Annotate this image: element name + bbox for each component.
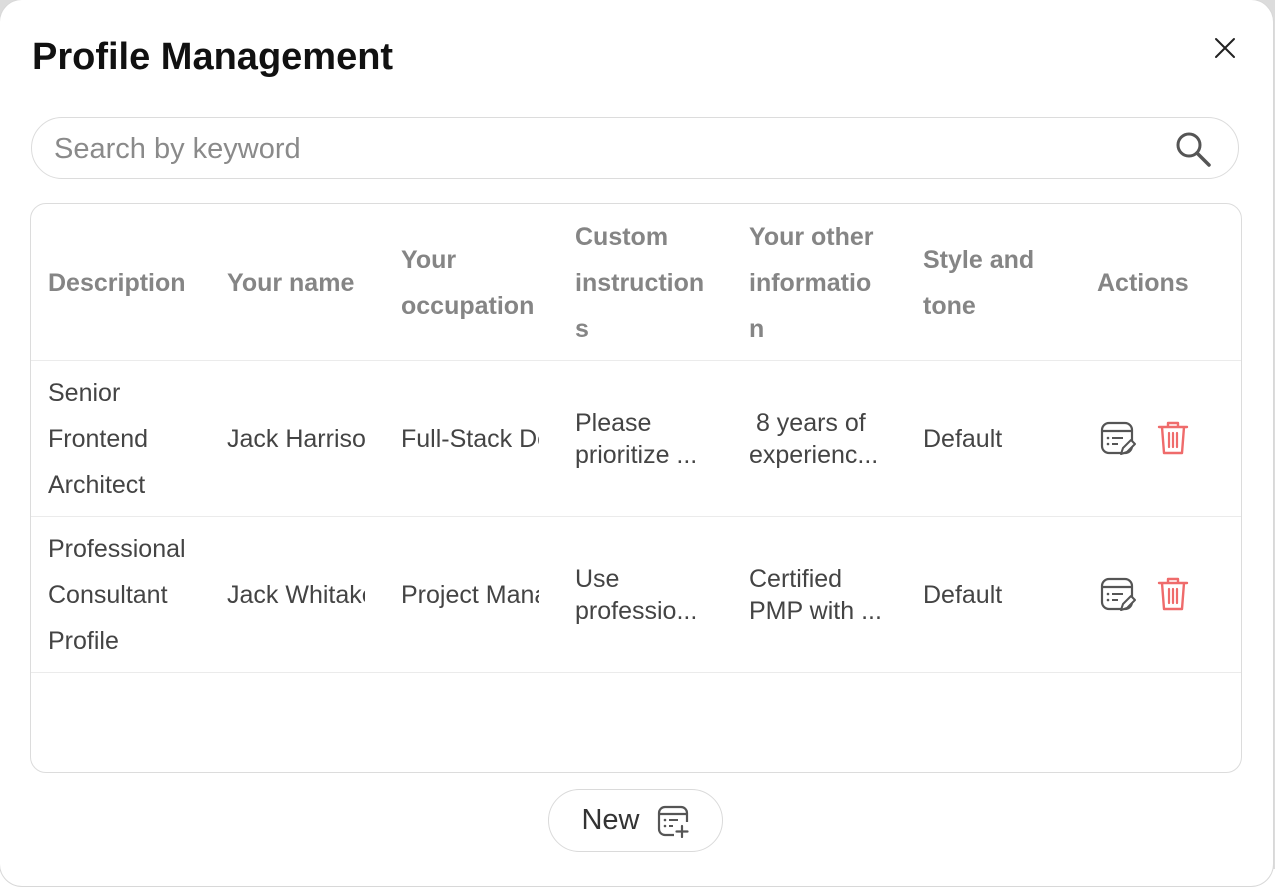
profiles-table: Description Your name Your occupation Cus…	[30, 203, 1242, 773]
header-occupation-line: Your	[401, 245, 457, 274]
cell-text-line: prioritize ...	[575, 441, 698, 469]
cell-description: Professional Consultant Profile	[48, 517, 218, 673]
header-style-line: tone	[923, 291, 976, 320]
cell-text-line: Frontend	[48, 425, 149, 453]
cell-style-tone: Default	[923, 425, 1003, 453]
search-box	[31, 117, 1239, 180]
header-other-line: n	[749, 314, 765, 343]
header-style-line: Style and	[923, 245, 1035, 274]
cell-occupation: Project Manager	[401, 581, 539, 609]
header-other-line: Your other	[749, 222, 874, 251]
close-icon	[1215, 38, 1235, 58]
cell-text-line: Profile	[48, 627, 119, 655]
cell-name: Jack Harrison	[227, 425, 365, 453]
trash-icon[interactable]	[1156, 576, 1190, 612]
cell-other-information: Certified PMP with ...	[749, 517, 909, 673]
header-occupation: Your occupation	[401, 204, 534, 361]
cell-text-line: 8 years of	[749, 409, 866, 437]
cell-name: Jack Whitaker	[227, 581, 365, 609]
cell-text-line: Use	[575, 565, 620, 593]
cell-other-information: 8 years of experienc...	[749, 361, 909, 517]
header-description: Description	[48, 268, 186, 297]
cell-text-line: experienc...	[749, 441, 879, 469]
header-custom-line: s	[575, 314, 589, 343]
trash-icon[interactable]	[1156, 420, 1190, 456]
cell-text-line: Consultant	[48, 581, 168, 609]
header-other-line: informatio	[749, 268, 872, 297]
new-button-label: New	[581, 804, 640, 836]
search-input[interactable]	[52, 118, 1156, 180]
header-actions: Actions	[1097, 268, 1189, 297]
header-your-name: Your name	[227, 268, 355, 297]
cell-occupation: Full-Stack Developer	[401, 425, 539, 453]
cell-custom-instructions: Use professio...	[575, 517, 735, 673]
cell-style-tone: Default	[923, 581, 1003, 609]
edit-profile-icon[interactable]	[1099, 420, 1137, 458]
cell-description: Senior Frontend Architect	[48, 361, 218, 517]
new-profile-button[interactable]: New	[548, 789, 723, 852]
new-profile-icon	[657, 805, 689, 838]
edit-profile-icon[interactable]	[1099, 576, 1137, 614]
header-style-tone: Style and tone	[923, 204, 1034, 361]
row-divider	[31, 672, 1241, 673]
cell-text-line: Senior	[48, 379, 121, 407]
header-other-information: Your other informatio n	[749, 204, 874, 361]
cell-text-line: Please	[575, 409, 652, 437]
cell-text-line: Certified	[749, 565, 843, 593]
close-button[interactable]	[1205, 28, 1245, 68]
cell-text-line: professio...	[575, 597, 698, 625]
header-custom-instructions: Custom instruction s	[575, 204, 704, 361]
cell-text-line: Professional	[48, 535, 186, 563]
cell-text-line: PMP with ...	[749, 597, 882, 625]
header-custom-line: instruction	[575, 268, 705, 297]
search-icon[interactable]	[1174, 130, 1212, 168]
header-custom-line: Custom	[575, 222, 669, 251]
cell-custom-instructions: Please prioritize ...	[575, 361, 735, 517]
profile-management-dialog: Profile Management Description Your name…	[0, 0, 1273, 886]
cell-text-line: Architect	[48, 471, 146, 499]
dialog-title: Profile Management	[32, 36, 394, 78]
header-occupation-line: occupation	[401, 291, 535, 320]
